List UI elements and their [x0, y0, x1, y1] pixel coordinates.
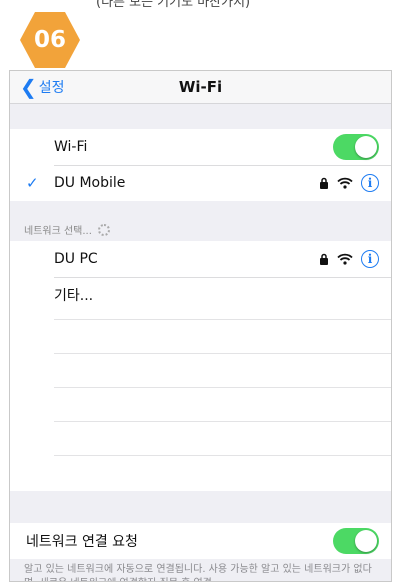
wifi-toggle[interactable]: [333, 134, 379, 160]
lock-icon: [320, 177, 328, 189]
choose-network-label: 네트워크 선택...: [24, 226, 92, 237]
checkmark-icon: ✓: [26, 174, 39, 192]
network-row[interactable]: DU PC i: [10, 241, 391, 277]
wifi-icon: [337, 177, 353, 189]
ask-to-join-group: 네트워크 연결 요청: [10, 523, 391, 559]
info-icon[interactable]: i: [361, 174, 379, 192]
step-badge: 06: [20, 12, 80, 68]
page-title: Wi-Fi: [178, 78, 223, 96]
empty-row-divider: [54, 387, 391, 388]
ask-to-join-toggle[interactable]: [333, 528, 379, 554]
top-caption-text: (다른 모든 기기도 마찬가지): [96, 0, 251, 10]
connected-network-name: DU Mobile: [54, 175, 126, 191]
empty-row-divider: [54, 455, 391, 456]
wifi-label: Wi-Fi: [54, 139, 88, 155]
network-status-icons: i: [319, 174, 379, 192]
ask-to-join-row: 네트워크 연결 요청: [10, 523, 391, 559]
ask-to-join-label: 네트워크 연결 요청: [26, 534, 138, 550]
wifi-icon: [337, 253, 353, 265]
network-list: DU PC i 기타...: [10, 241, 391, 491]
choose-network-header: 네트워크 선택...: [24, 222, 110, 237]
toggle-knob: [355, 530, 377, 552]
network-name: DU PC: [54, 251, 98, 267]
other-network-row[interactable]: 기타...: [10, 277, 391, 313]
ask-to-join-footnote: 알고 있는 네트워크에 자동으로 연결됩니다. 사용 가능한 알고 있는 네트워…: [24, 564, 372, 581]
toggle-knob: [355, 136, 377, 158]
other-network-label: 기타...: [54, 288, 94, 304]
empty-row-divider: [54, 353, 391, 354]
empty-row-divider: [54, 421, 391, 422]
wifi-toggle-row: Wi-Fi: [10, 129, 391, 165]
connected-network-row[interactable]: ✓ DU Mobile i: [10, 165, 391, 201]
navigation-bar: ❮ 설정 Wi-Fi: [10, 71, 391, 104]
info-icon[interactable]: i: [361, 250, 379, 268]
lock-icon: [320, 253, 328, 265]
empty-row-divider: [54, 319, 391, 320]
step-number: 06: [33, 27, 66, 53]
spinner-icon: [97, 223, 110, 236]
phone-screen: ❮ 설정 Wi-Fi Wi-Fi ✓ DU Mobile i 네트워크 선택..…: [9, 70, 392, 582]
wifi-group: Wi-Fi ✓ DU Mobile i: [10, 129, 391, 201]
network-status-icons: i: [319, 250, 379, 268]
